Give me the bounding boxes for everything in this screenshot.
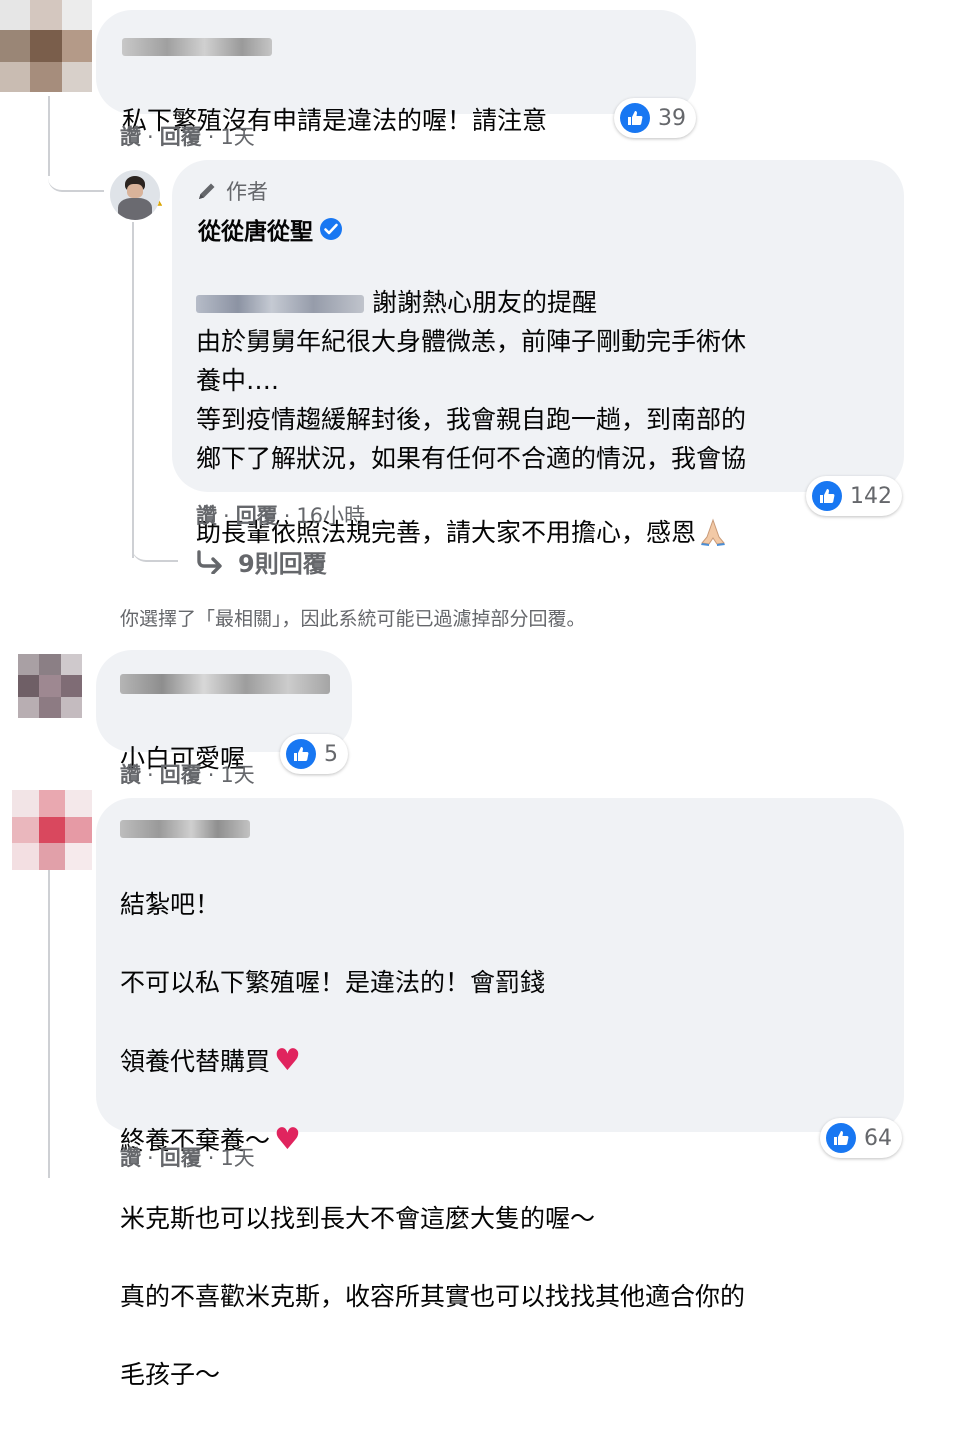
thumbs-up-icon xyxy=(286,739,316,769)
thumbs-up-icon xyxy=(620,103,650,133)
thumbs-up-icon xyxy=(812,481,842,511)
like-count: 142 xyxy=(850,483,892,509)
pen-icon xyxy=(196,180,218,202)
author-reply-bubble: 作者 從從唐從聖 謝謝熱心朋友的提醒 由於舅舅年紀很大身體微恙，前陣子剛動完手術… xyxy=(172,160,904,547)
commenter-name-blurred[interactable] xyxy=(120,674,330,694)
filter-notice: 你選擇了「最相關」，因此系統可能已過濾掉部分回覆。 xyxy=(120,608,586,630)
comment-bubble: 結紮吧！ 不可以私下繁殖喔！是違法的！會罰錢 領養代替購買 ♥ 終養不棄養～ ♥ 米… xyxy=(96,798,904,1389)
heart-icon: ♥ xyxy=(274,1122,301,1157)
commenter-name-blurred[interactable] xyxy=(120,820,250,838)
comment-line: 不可以私下繁殖喔！是違法的！會罰錢 xyxy=(120,968,546,997)
timestamp[interactable]: 16小時 xyxy=(296,504,365,528)
author-avatar[interactable] xyxy=(110,170,160,220)
like-count: 64 xyxy=(864,1125,892,1151)
like-count: 39 xyxy=(658,105,686,131)
avatar[interactable] xyxy=(12,790,92,870)
author-badge-label: 作者 xyxy=(226,180,268,204)
reply-button[interactable]: 回覆 xyxy=(160,1146,202,1170)
author-name-row: 從從唐從聖 xyxy=(198,212,343,246)
like-count-pill[interactable]: 5 xyxy=(280,734,348,774)
comment-line: 米克斯也可以找到長大不會這麼大隻的喔～ xyxy=(120,1204,596,1233)
like-count: 5 xyxy=(324,741,338,767)
view-more-replies-label: 9則回覆 xyxy=(238,550,327,578)
comment-actions: 讚 · 回覆 · 1天 xyxy=(120,763,255,787)
like-button[interactable]: 讚 xyxy=(120,1146,141,1170)
like-button[interactable]: 讚 xyxy=(120,125,141,149)
heart-icon: ♥ xyxy=(274,1043,301,1078)
comment-bubble: 私下繁殖沒有申請是違法的喔！請注意 xyxy=(96,10,696,206)
reply-actions: 讚 · 回覆 · 16小時 xyxy=(196,504,366,528)
like-count-pill[interactable]: 64 xyxy=(820,1118,902,1158)
like-button[interactable]: 讚 xyxy=(196,504,217,528)
author-badge: 作者 xyxy=(196,176,268,206)
timestamp[interactable]: 1天 xyxy=(220,1146,254,1170)
reply-arrow-icon xyxy=(196,549,224,574)
comment-line: 領養代替購買 xyxy=(120,1047,271,1076)
comment-actions: 讚 · 回覆 · 1天 xyxy=(120,125,255,149)
reply-button[interactable]: 回覆 xyxy=(236,504,278,528)
author-name[interactable]: 從從唐從聖 xyxy=(198,212,313,246)
avatar[interactable] xyxy=(18,654,82,718)
comment-lines: 結紮吧！ 不可以私下繁殖喔！是違法的！會罰錢 領養代替購買 ♥ 終養不棄養～ ♥ 米… xyxy=(120,846,745,1433)
thread-line-lower xyxy=(48,870,50,1178)
thread-curve xyxy=(48,150,104,192)
timestamp[interactable]: 1天 xyxy=(220,763,254,787)
commenter-name-blurred[interactable] xyxy=(122,38,272,56)
like-count-pill[interactable]: 142 xyxy=(806,476,902,516)
comment-actions: 讚 · 回覆 · 1天 xyxy=(120,1146,255,1170)
thumbs-up-icon xyxy=(826,1123,856,1153)
comment-line: 毛孩子～ xyxy=(120,1360,221,1389)
thread-curve-more xyxy=(132,520,178,562)
like-button[interactable]: 讚 xyxy=(120,763,141,787)
view-more-replies[interactable]: 9則回覆 xyxy=(196,544,327,579)
timestamp[interactable]: 1天 xyxy=(220,125,254,149)
verified-icon xyxy=(319,217,343,241)
thread-line-reply xyxy=(132,222,134,558)
comment-line-row: 領養代替購買 ♥ xyxy=(120,1041,745,1081)
pray-icon xyxy=(698,478,728,558)
comment-line: 結紮吧！ xyxy=(120,890,221,919)
reply-button[interactable]: 回覆 xyxy=(160,763,202,787)
comment-line: 真的不喜歡米克斯，收容所其實也可以找找其他適合你的 xyxy=(120,1282,746,1311)
avatar[interactable] xyxy=(0,0,92,92)
like-count-pill[interactable]: 39 xyxy=(614,98,696,138)
reply-button[interactable]: 回覆 xyxy=(160,125,202,149)
